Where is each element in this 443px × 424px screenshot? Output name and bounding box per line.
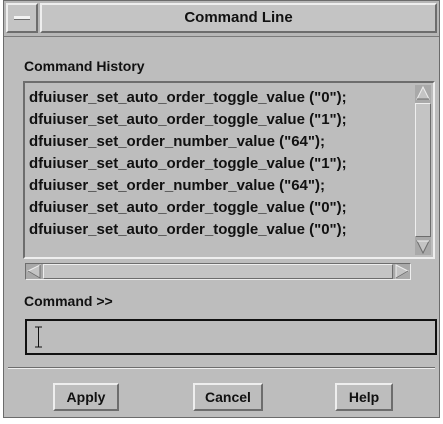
history-line[interactable]: dfuiuser_set_order_number_value ("64"); bbox=[29, 131, 415, 153]
down-arrow-icon bbox=[416, 240, 430, 255]
up-arrow-icon bbox=[416, 85, 430, 100]
horizontal-scroll-thumb[interactable] bbox=[43, 264, 393, 279]
left-arrow-icon bbox=[26, 264, 41, 279]
history-lines: dfuiuser_set_auto_order_toggle_value ("0… bbox=[29, 87, 415, 241]
command-input[interactable] bbox=[25, 319, 437, 355]
title-bar[interactable]: Command Line bbox=[4, 1, 439, 37]
history-line[interactable]: dfuiuser_set_auto_order_toggle_value ("0… bbox=[29, 219, 415, 241]
history-line[interactable]: dfuiuser_set_auto_order_toggle_value ("1… bbox=[29, 153, 415, 175]
right-arrow-icon bbox=[395, 264, 410, 279]
screen: Command Line Command History dfuiuser_se… bbox=[0, 0, 443, 424]
scroll-down-button[interactable] bbox=[415, 239, 431, 255]
command-line-window: Command Line Command History dfuiuser_se… bbox=[3, 0, 440, 418]
help-button[interactable]: Help bbox=[335, 383, 393, 411]
history-line[interactable]: dfuiuser_set_order_number_value ("64"); bbox=[29, 175, 415, 197]
apply-button[interactable]: Apply bbox=[53, 383, 119, 411]
title-area[interactable]: Command Line bbox=[40, 3, 437, 33]
scroll-up-button[interactable] bbox=[415, 85, 431, 101]
ibeam-cursor-icon bbox=[35, 326, 42, 348]
window-menu-button[interactable] bbox=[6, 3, 38, 33]
window-menu-icon bbox=[14, 16, 30, 20]
scroll-left-button[interactable] bbox=[26, 264, 42, 279]
cancel-button[interactable]: Cancel bbox=[193, 383, 263, 411]
scroll-right-button[interactable] bbox=[394, 264, 410, 279]
vertical-scroll-thumb[interactable] bbox=[415, 103, 431, 237]
window-title: Command Line bbox=[184, 9, 293, 26]
command-history-list[interactable]: dfuiuser_set_auto_order_toggle_value ("0… bbox=[23, 81, 435, 259]
horizontal-scrollbar[interactable] bbox=[25, 263, 411, 280]
button-separator bbox=[8, 367, 435, 369]
history-line[interactable]: dfuiuser_set_auto_order_toggle_value ("1… bbox=[29, 109, 415, 131]
command-history-label: Command History bbox=[24, 58, 145, 74]
vertical-scrollbar[interactable] bbox=[415, 85, 431, 255]
history-line[interactable]: dfuiuser_set_auto_order_toggle_value ("0… bbox=[29, 87, 415, 109]
history-line[interactable]: dfuiuser_set_auto_order_toggle_value ("0… bbox=[29, 197, 415, 219]
command-label: Command >> bbox=[24, 293, 113, 309]
